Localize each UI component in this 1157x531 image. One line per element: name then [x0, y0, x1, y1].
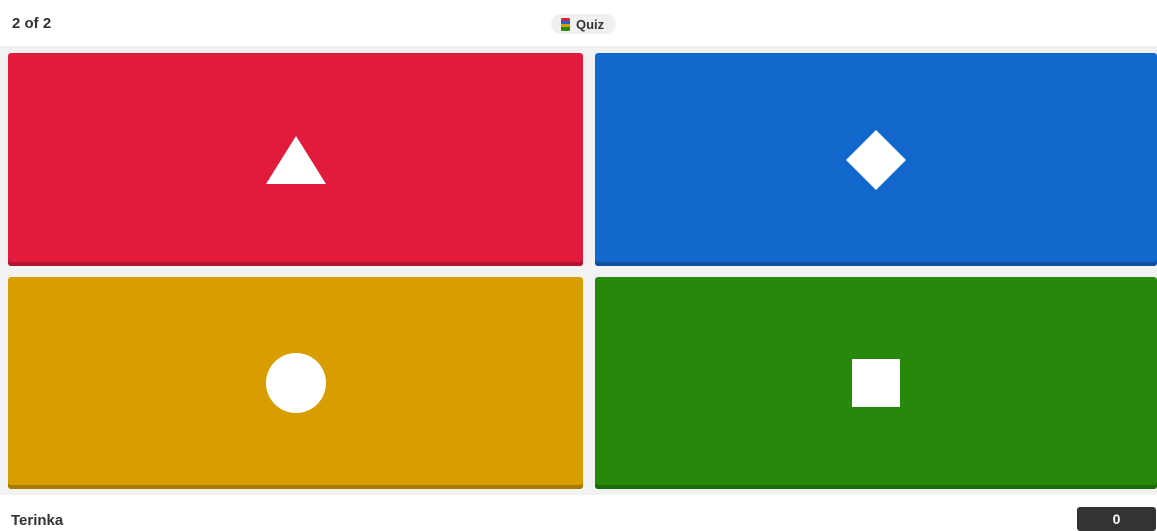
answer-button-blue-diamond[interactable] — [595, 53, 1157, 266]
question-type-badge: Quiz — [551, 14, 617, 34]
diamond-icon — [846, 129, 906, 190]
answer-button-yellow-circle[interactable] — [8, 277, 583, 489]
question-progress: 2 of 2 — [12, 15, 52, 32]
answer-button-red-triangle[interactable] — [8, 53, 583, 266]
top-bar: 2 of 2 Quiz — [0, 0, 1157, 46]
answer-button-green-square[interactable] — [595, 277, 1157, 489]
question-type-label: Quiz — [576, 16, 605, 32]
footer-bar: Terinka 0 — [0, 495, 1157, 531]
circle-icon — [265, 353, 326, 413]
quiz-icon — [561, 17, 570, 31]
triangle-icon — [265, 135, 326, 184]
square-icon — [852, 359, 900, 407]
score-display: 0 — [1077, 507, 1156, 531]
player-name: Terinka — [11, 512, 64, 529]
